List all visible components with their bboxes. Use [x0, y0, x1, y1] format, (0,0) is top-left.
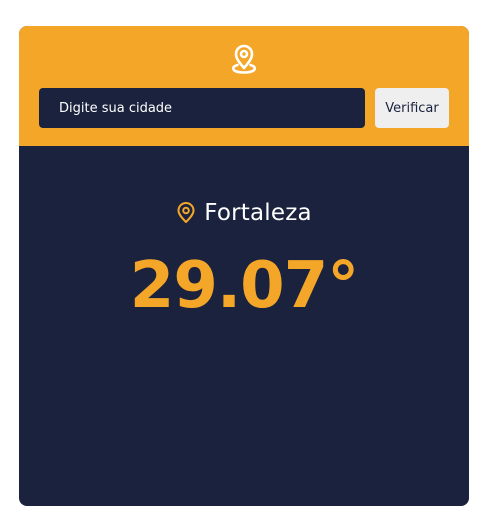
- city-name: Fortaleza: [204, 200, 312, 226]
- weather-header: Verificar: [19, 26, 469, 146]
- weather-card: Verificar Fortaleza 29.07°: [19, 26, 469, 506]
- city-search-input[interactable]: [39, 88, 365, 128]
- location-pin-icon: [176, 202, 196, 224]
- verify-button[interactable]: Verificar: [375, 88, 449, 128]
- location-pin-icon: [228, 43, 260, 77]
- city-location: Fortaleza: [19, 196, 469, 230]
- temperature-value: 29.07°: [129, 249, 359, 323]
